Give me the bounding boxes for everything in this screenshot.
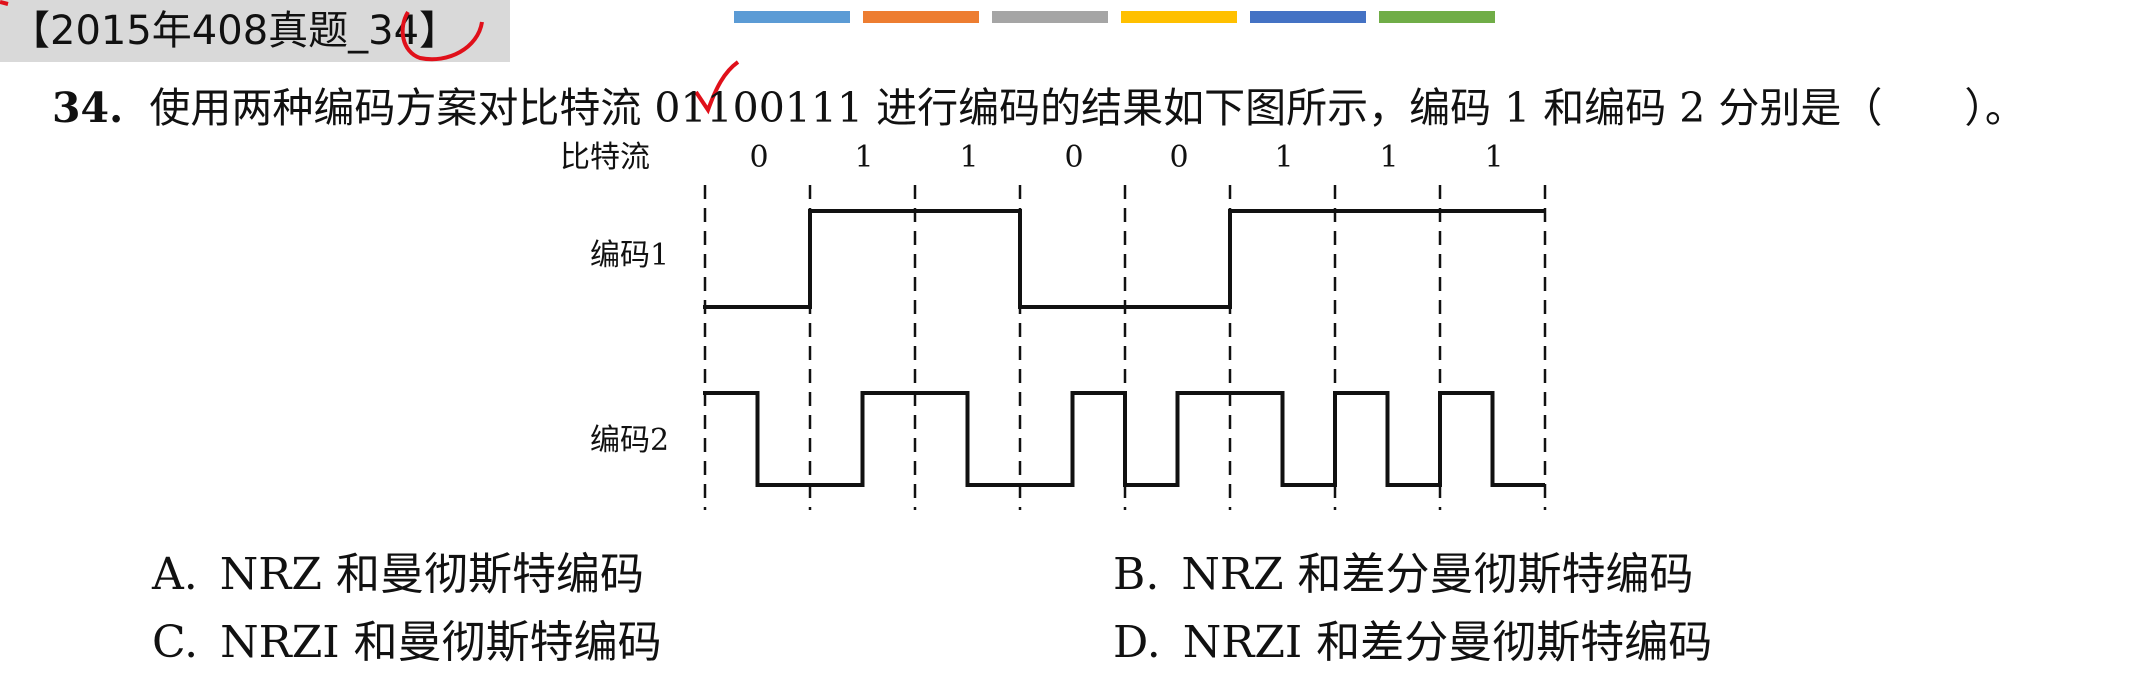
bitstream-label: 比特流: [560, 140, 650, 175]
bit-label: 1: [1485, 140, 1504, 175]
bit-label: 1: [1380, 140, 1399, 175]
code2-label: 编码2: [590, 423, 669, 458]
option-a-letter: A.: [152, 549, 198, 600]
question-text: 使用两种编码方案对比特流 01100111 进行编码的结果如下图所示，编码 1 …: [149, 84, 2026, 132]
option-a-text: NRZ 和曼彻斯特编码: [219, 549, 644, 600]
code2-waveform: [703, 391, 1545, 487]
bit-label: 0: [1065, 140, 1084, 175]
option-b-letter: B.: [1113, 549, 1160, 600]
encoding-diagram: 比特流 编码1 编码2 0 1 1 0 0 1 1 1: [560, 140, 1547, 510]
code1-label: 编码1: [590, 238, 669, 273]
option-b-text: NRZ 和差分曼彻斯特编码: [1181, 549, 1694, 600]
bit-label: 1: [1275, 140, 1294, 175]
option-d-text: NRZI 和差分曼彻斯特编码: [1182, 617, 1713, 668]
bit-labels: 0 1 1 0 0 1 1 1: [750, 140, 1504, 175]
bit-label: 1: [855, 140, 874, 175]
option-d[interactable]: D. NRZI 和差分曼彻斯特编码: [1113, 613, 1712, 673]
question-number: 34.: [52, 84, 124, 132]
bit-label: 1: [960, 140, 979, 175]
pen-circle-stroke: [400, 10, 484, 62]
option-d-letter: D.: [1113, 617, 1161, 668]
option-b[interactable]: B. NRZ 和差分曼彻斯特编码: [1113, 545, 1694, 605]
option-a[interactable]: A. NRZ 和曼彻斯特编码: [152, 545, 644, 605]
question-stem: 34. 使用两种编码方案对比特流 01100111 进行编码的结果如下图所示，编码…: [52, 78, 2026, 138]
option-c[interactable]: C. NRZI 和曼彻斯特编码: [152, 613, 662, 673]
option-c-text: NRZI 和曼彻斯特编码: [220, 617, 662, 668]
option-c-letter: C.: [152, 617, 199, 668]
pen-dot: [0, 0, 9, 6]
bit-label: 0: [1170, 140, 1189, 175]
bit-label: 0: [750, 140, 769, 175]
